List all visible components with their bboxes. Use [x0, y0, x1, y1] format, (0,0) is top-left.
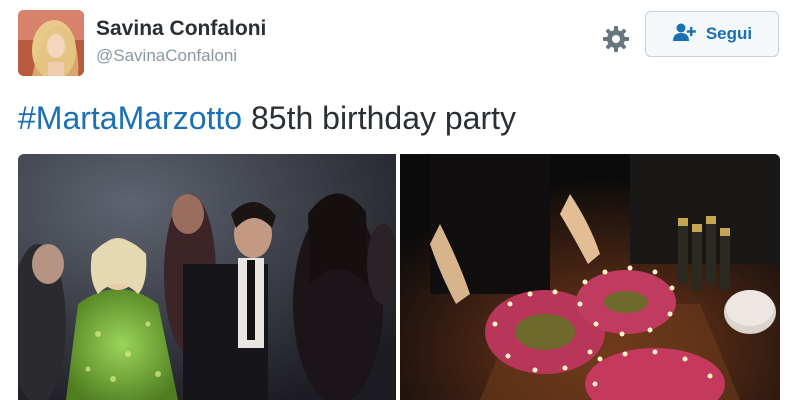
media-grid: [18, 154, 780, 400]
hashtag-link[interactable]: #MartaMarzotto: [18, 100, 242, 136]
avatar-image: [18, 10, 84, 76]
tweet-text: #MartaMarzotto 85th birthday party: [18, 96, 778, 140]
birthday-cake-photo[interactable]: [400, 154, 780, 400]
display-name[interactable]: Savina Confaloni: [96, 16, 266, 42]
gear-icon[interactable]: [601, 24, 631, 54]
tweet-header: Savina Confaloni @SavinaConfaloni Segui: [18, 10, 783, 78]
user-names: Savina Confaloni @SavinaConfaloni: [96, 16, 266, 68]
add-user-icon: [672, 22, 698, 47]
follow-button[interactable]: Segui: [645, 11, 779, 57]
party-crowd-photo[interactable]: [18, 154, 396, 400]
avatar[interactable]: [18, 10, 84, 76]
follow-button-label: Segui: [705, 24, 753, 43]
tweet-body: 85th birthday party: [242, 100, 517, 136]
user-handle[interactable]: @SavinaConfaloni: [96, 44, 266, 68]
